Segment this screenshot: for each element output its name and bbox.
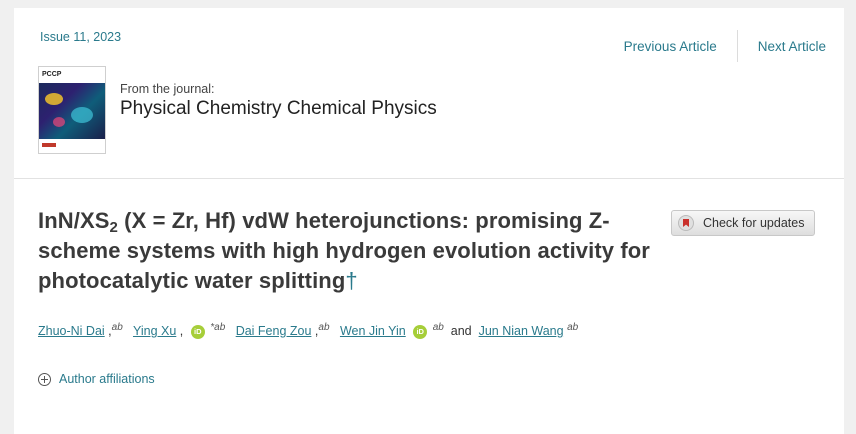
previous-article-link[interactable]: Previous Article — [624, 39, 717, 54]
from-journal-label: From the journal: — [120, 82, 215, 96]
orcid-icon[interactable]: iD — [190, 324, 205, 339]
journal-cover-image[interactable]: PCCP — [38, 66, 106, 154]
author-affiliations-toggle[interactable]: Author affiliations — [38, 372, 155, 386]
nav-divider — [736, 30, 738, 62]
section-divider — [14, 178, 844, 179]
issue-link[interactable]: Issue 11, 2023 — [40, 30, 121, 44]
check-for-updates-button[interactable]: Check for updates — [671, 210, 815, 236]
journal-name: Physical Chemistry Chemical Physics — [120, 98, 437, 119]
author-link[interactable]: Wen Jin Yin — [340, 324, 406, 338]
expand-plus-icon — [38, 372, 51, 386]
article-title: InN/XS2 (X = Zr, Hf) vdW heterojunctions… — [38, 208, 650, 293]
article-header-card: Issue 11, 2023 Previous Article Next Art… — [14, 8, 844, 434]
author-link[interactable]: Ying Xu — [133, 324, 176, 338]
cover-label: PCCP — [39, 67, 105, 83]
author-link[interactable]: Jun Nian Wang — [479, 324, 564, 338]
author-list: Zhuo-Ni Dai ,ab Ying Xu , iD *ab Dai Fen… — [38, 322, 579, 339]
crossmark-icon — [678, 215, 694, 231]
article-nav: Previous Article Next Article — [624, 30, 826, 62]
author-affiliations-label: Author affiliations — [59, 372, 155, 386]
cover-art — [39, 83, 105, 139]
orcid-icon[interactable]: iD — [413, 324, 428, 339]
next-article-link[interactable]: Next Article — [758, 39, 826, 54]
supplementary-info-link[interactable]: † — [345, 268, 357, 293]
check-for-updates-label: Check for updates — [703, 216, 805, 230]
cover-logo — [39, 139, 105, 151]
author-link[interactable]: Zhuo-Ni Dai — [38, 324, 105, 338]
author-and-text: and — [450, 324, 472, 339]
author-link[interactable]: Dai Feng Zou — [236, 324, 312, 338]
